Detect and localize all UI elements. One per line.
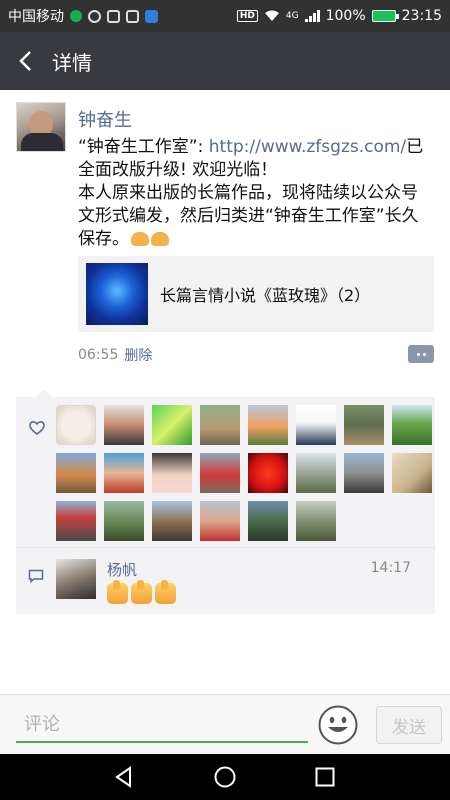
title-bar: 详情 [0, 32, 450, 90]
back-triangle-icon[interactable] [112, 765, 136, 789]
thumbs-up-emoji-icon [107, 580, 128, 604]
shared-article-title: 长篇言情小说《蓝玫瑰》（2） [160, 286, 371, 305]
like-avatar[interactable] [200, 405, 240, 445]
post-meta: 06:55 删除 [78, 345, 434, 365]
heart-icon [29, 421, 45, 435]
like-avatar[interactable] [392, 453, 432, 493]
thumbs-up-emoji-icon [131, 580, 152, 604]
post-text-prefix: “钟奋生工作室”: [78, 137, 209, 157]
notification-icons [70, 9, 158, 23]
handshake-emoji-icon [131, 232, 149, 246]
like-avatar[interactable] [200, 453, 240, 493]
thumbs-up-emoji-icon [155, 580, 176, 604]
like-avatar[interactable] [152, 501, 192, 541]
page-title: 详情 [52, 50, 92, 75]
comment-content [107, 580, 176, 604]
delete-button[interactable]: 删除 [124, 345, 152, 365]
dot-icon [416, 352, 420, 356]
commenter-name[interactable]: 杨帆 [107, 559, 137, 580]
like-avatar[interactable] [104, 453, 144, 493]
system-icons: HD 4G 100% 23:15 [236, 8, 442, 24]
author-name[interactable]: 钟奋生 [78, 106, 132, 132]
system-nav-bar [0, 754, 450, 800]
wifi-icon [264, 10, 279, 21]
comment-icon [28, 569, 44, 583]
post-time: 06:55 [78, 347, 119, 363]
like-avatar[interactable] [104, 405, 144, 445]
comment-time: 14:17 [370, 560, 411, 576]
image-notification-icon [126, 9, 139, 23]
battery-percent: 100% [325, 8, 366, 24]
likes-comments-panel: 杨帆 14:17 [16, 389, 435, 614]
like-avatar[interactable] [248, 453, 288, 493]
article-thumbnail [86, 263, 148, 325]
like-avatar[interactable] [344, 453, 384, 493]
like-avatar[interactable] [296, 405, 336, 445]
like-avatar[interactable] [56, 453, 96, 493]
network-type: 4G [285, 11, 299, 21]
like-avatar[interactable] [56, 501, 96, 541]
like-avatar[interactable] [296, 501, 336, 541]
carrier-label: 中国移动 [8, 9, 64, 25]
comment-input-bar: 发送 [0, 694, 450, 754]
comment-action-button[interactable] [408, 345, 434, 363]
app-notification-icon [70, 10, 82, 22]
clock: 23:15 [401, 8, 442, 24]
shared-article-card[interactable]: 长篇言情小说《蓝玫瑰》（2） [78, 256, 434, 332]
divider [16, 547, 435, 548]
like-avatar[interactable] [152, 405, 192, 445]
like-avatar[interactable] [152, 453, 192, 493]
browser-notification-icon [145, 9, 158, 23]
like-avatar[interactable] [56, 405, 96, 445]
smiley-icon[interactable] [318, 705, 358, 745]
post-text: “钟奋生工作室”: http://www.zfsgzs.com/已全面改版升级!… [78, 136, 434, 251]
comment-input[interactable] [16, 707, 308, 743]
like-avatar[interactable] [392, 405, 432, 445]
like-avatar[interactable] [296, 453, 336, 493]
recents-square-icon[interactable] [313, 765, 337, 789]
like-avatar[interactable] [248, 501, 288, 541]
home-circle-icon[interactable] [213, 765, 237, 789]
commenter-avatar[interactable] [56, 559, 96, 599]
author-avatar[interactable] [16, 102, 66, 152]
hd-badge: HD [236, 10, 258, 22]
folded-hands-emoji-icon [151, 232, 169, 246]
battery-icon [371, 10, 399, 22]
status-bar: 中国移动 HD 4G 100% 23:15 [0, 0, 450, 32]
dot-icon [422, 352, 426, 356]
signal-icon [304, 10, 320, 22]
like-avatar[interactable] [344, 405, 384, 445]
like-avatar[interactable] [248, 405, 288, 445]
usb-icon [107, 9, 120, 23]
like-avatar[interactable] [200, 501, 240, 541]
send-button[interactable]: 发送 [376, 706, 442, 744]
like-avatar[interactable] [104, 501, 144, 541]
chevron-left-icon [19, 51, 31, 71]
post-link[interactable]: http://www.zfsgzs.com/ [209, 137, 406, 157]
post-text-body: 本人原来出版的长篇作品，现将陆续以公众号文形式编发，然后归类进“钟奋生工作室”长… [78, 183, 419, 249]
security-notification-icon [88, 9, 101, 23]
back-button[interactable] [0, 32, 50, 90]
